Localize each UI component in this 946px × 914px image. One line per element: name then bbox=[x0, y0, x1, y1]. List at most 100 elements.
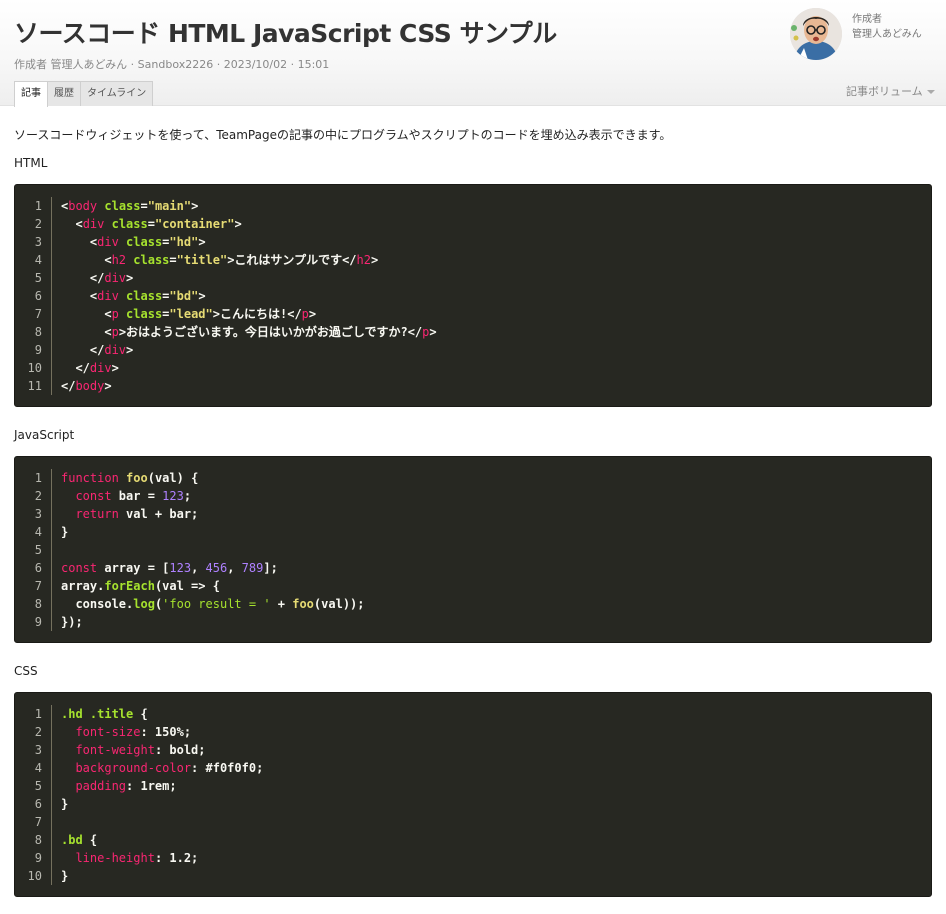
code-line: 4 background-color: #f0f0f0; bbox=[15, 759, 931, 777]
line-number: 1 bbox=[15, 197, 52, 215]
line-number: 9 bbox=[15, 341, 52, 359]
line-number: 7 bbox=[15, 577, 52, 595]
code-line: 6} bbox=[15, 795, 931, 813]
code-line: 2 <div class="container"> bbox=[15, 215, 931, 233]
code-line: 9}); bbox=[15, 613, 931, 631]
line-number: 11 bbox=[15, 377, 52, 395]
code-text: line-height: 1.2; bbox=[75, 851, 199, 865]
code-line: 6 const array = [123, 456, 789]; bbox=[15, 559, 931, 577]
author-name[interactable]: 管理人あどみん bbox=[852, 27, 922, 42]
code-text: </div> bbox=[61, 271, 134, 285]
article-volume-dropdown[interactable]: 記事ボリューム bbox=[846, 83, 935, 99]
line-number: 5 bbox=[15, 269, 52, 287]
code-text: const bar = 123; bbox=[75, 489, 192, 503]
code-text: <div class="bd"> bbox=[61, 289, 206, 303]
code-line: 4} bbox=[15, 523, 931, 541]
code-text: } bbox=[61, 525, 69, 539]
section-label-javascript: JavaScript bbox=[14, 428, 75, 442]
code-line: 8 console.log('foo result = ' + foo(val)… bbox=[15, 595, 931, 613]
code-line: 1 <body class="main"> bbox=[15, 197, 931, 215]
code-text: } bbox=[61, 797, 69, 811]
line-number: 2 bbox=[15, 487, 52, 505]
article-header: ソースコード HTML JavaScript CSS サンプル 作成者 管理人あ… bbox=[0, 0, 946, 107]
code-line: 7 array.forEach(val => { bbox=[15, 577, 931, 595]
code-text: } bbox=[61, 869, 69, 883]
code-text: <div class="container"> bbox=[61, 217, 242, 231]
code-text: .hd .title { bbox=[61, 707, 148, 721]
code-line: 5 bbox=[15, 541, 931, 559]
author-info: 作成者 管理人あどみん bbox=[852, 12, 922, 42]
code-line: 4 <h2 class="title">これはサンプルです</h2> bbox=[15, 251, 931, 269]
article-volume-label: 記事ボリューム bbox=[846, 85, 923, 98]
line-number: 1 bbox=[15, 469, 52, 487]
code-line: 3 font-weight: bold; bbox=[15, 741, 931, 759]
line-number: 3 bbox=[15, 505, 52, 523]
code-line: 10} bbox=[15, 867, 931, 885]
code-line: 3 <div class="hd"> bbox=[15, 233, 931, 251]
line-number: 4 bbox=[15, 523, 52, 541]
line-number: 10 bbox=[15, 359, 52, 377]
line-number: 6 bbox=[15, 795, 52, 813]
line-number: 8 bbox=[15, 831, 52, 849]
code-text: return val + bar; bbox=[75, 507, 199, 521]
code-text: <h2 class="title">これはサンプルです</h2> bbox=[61, 253, 379, 267]
code-text: </div> bbox=[61, 361, 119, 375]
tab-article[interactable]: 記事 bbox=[14, 81, 48, 107]
code-line: 11 </body> bbox=[15, 377, 931, 395]
tab-timeline[interactable]: タイムライン bbox=[80, 81, 154, 106]
code-block-javascript: 1 function foo(val) {2 const bar = 123; 3 … bbox=[14, 456, 932, 643]
code-text: <p class="lead">こんにちは!</p> bbox=[61, 307, 317, 321]
code-block-css: 1 .hd .title {2 font-size: 150%; 3 font-we… bbox=[14, 692, 932, 897]
code-text: </body> bbox=[61, 379, 112, 393]
intro-text: ソースコードウィジェットを使って、TeamPageの記事の中にプログラムやスクリ… bbox=[14, 128, 672, 142]
code-line: 9 line-height: 1.2; bbox=[15, 849, 931, 867]
code-line: 1 .hd .title { bbox=[15, 705, 931, 723]
line-number: 8 bbox=[15, 595, 52, 613]
line-number: 5 bbox=[15, 541, 52, 559]
code-text: font-weight: bold; bbox=[75, 743, 206, 757]
code-text: </div> bbox=[61, 343, 134, 357]
line-number: 9 bbox=[15, 849, 52, 867]
line-number: 8 bbox=[15, 323, 52, 341]
page-title: ソースコード HTML JavaScript CSS サンプル bbox=[14, 19, 557, 48]
code-line: 9 </div> bbox=[15, 341, 931, 359]
code-line: 7 bbox=[15, 813, 931, 831]
line-number: 7 bbox=[15, 813, 52, 831]
line-number: 3 bbox=[15, 233, 52, 251]
line-number: 1 bbox=[15, 705, 52, 723]
code-line: 3 return val + bar; bbox=[15, 505, 931, 523]
code-line: 1 function foo(val) { bbox=[15, 469, 931, 487]
line-number: 5 bbox=[15, 777, 52, 795]
line-number: 7 bbox=[15, 305, 52, 323]
line-number: 2 bbox=[15, 215, 52, 233]
code-line: 2 font-size: 150%; bbox=[15, 723, 931, 741]
code-text: function foo(val) { bbox=[61, 471, 199, 485]
code-line: 2 const bar = 123; bbox=[15, 487, 931, 505]
code-text: font-size: 150%; bbox=[75, 725, 192, 739]
code-text: console.log('foo result = ' + foo(val)); bbox=[61, 597, 365, 611]
code-line: 7 <p class="lead">こんにちは!</p> bbox=[15, 305, 931, 323]
code-text: padding: 1rem; bbox=[75, 779, 177, 793]
chevron-down-icon bbox=[926, 90, 935, 94]
line-number: 6 bbox=[15, 559, 52, 577]
code-text: array.forEach(val => { bbox=[61, 579, 220, 593]
code-text: <body class="main"> bbox=[61, 199, 199, 213]
article-meta: 作成者 管理人あどみん · Sandbox2226 · 2023/10/02 ·… bbox=[14, 58, 330, 71]
code-line: 5 padding: 1rem; bbox=[15, 777, 931, 795]
author-avatar[interactable] bbox=[790, 8, 842, 60]
author-label: 作成者 bbox=[852, 14, 882, 25]
line-number: 9 bbox=[15, 613, 52, 631]
line-number: 4 bbox=[15, 759, 52, 777]
line-number: 2 bbox=[15, 723, 52, 741]
tab-history[interactable]: 履歴 bbox=[47, 81, 81, 106]
code-text: }); bbox=[61, 615, 83, 629]
section-label-html: HTML bbox=[14, 156, 48, 170]
code-text: <p>おはようございます。今日はいかがお過ごしですか?</p> bbox=[61, 325, 437, 339]
code-text: const array = [123, 456, 789]; bbox=[61, 561, 278, 575]
code-line: 8 <p>おはようございます。今日はいかがお過ごしですか?</p> bbox=[15, 323, 931, 341]
article-tabs: 記事 履歴 タイムライン bbox=[14, 81, 154, 107]
code-text: <div class="hd"> bbox=[61, 235, 206, 249]
code-text: background-color: #f0f0f0; bbox=[75, 761, 264, 775]
avatar-image bbox=[790, 8, 842, 60]
line-number: 4 bbox=[15, 251, 52, 269]
